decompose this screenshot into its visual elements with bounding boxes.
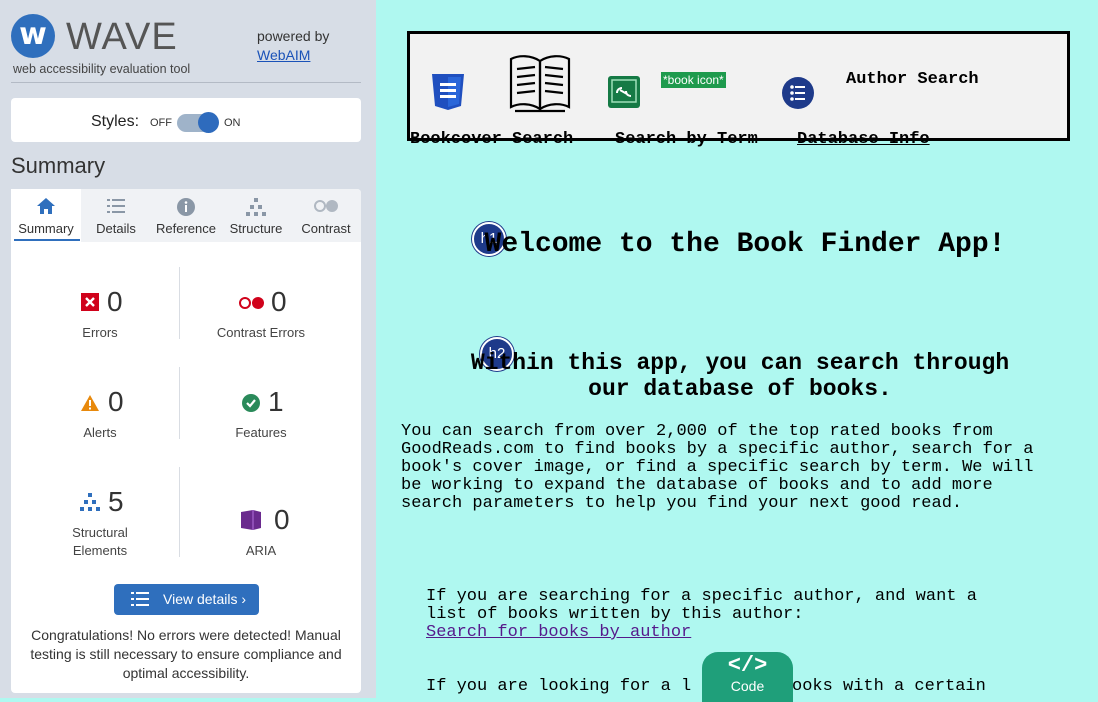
database-list-icon[interactable] [781,76,815,115]
structural-label-1: Structural [72,525,128,540]
alert-icon [80,394,100,417]
contrast-errors-count: 0 [271,286,287,317]
errors-count: 0 [107,286,123,317]
view-details-label: View details › [163,591,247,607]
aria-label: ARIA [245,543,277,558]
features-label: Features [235,425,287,440]
contrast-errors-label: Contrast Errors [216,325,306,340]
code-toggle-button[interactable]: </> Code [702,652,793,702]
error-icon [81,293,99,316]
looking-paragraph-end: ooks with a certain [792,677,986,696]
author-paragraph: If you are searching for a specific auth… [426,587,977,624]
stats-divider [179,367,180,439]
info-icon [151,197,221,219]
webaim-link[interactable]: WebAIM [257,47,310,63]
structural-count: 5 [108,486,124,517]
tab-structure-label: Structure [229,221,283,236]
stats-divider [179,267,180,339]
code-label: Code [730,678,765,694]
view-details-button[interactable]: View details › [114,584,259,615]
styles-off-label: OFF [150,117,172,129]
author-search-page-link[interactable]: Search for books by author [426,623,691,642]
looking-paragraph-start: If you are looking for a l [426,677,692,696]
css3-icon[interactable] [430,73,466,116]
styles-toggle-knob[interactable] [198,112,219,133]
summary-panel [11,189,361,693]
linked-image-icon[interactable] [608,76,640,113]
tab-summary[interactable]: Summary [11,189,81,242]
congrats-message: Congratulations! No errors were detected… [30,627,342,681]
tab-reference[interactable]: Reference [151,189,221,242]
book-icon-alt-text: *book icon* [661,72,726,88]
intro-heading: Within this app, you can search through … [470,350,1010,402]
stats-divider [179,467,180,557]
author-search-link[interactable]: Author Search [846,70,979,89]
tab-structure[interactable]: Structure [221,189,291,242]
styles-on-label: ON [224,117,241,129]
errors-label: Errors [82,325,118,340]
alerts-count: 0 [108,386,124,417]
structural-label-2: Elements [72,543,128,558]
tab-contrast-label: Contrast [301,221,351,236]
styles-label: Styles: [91,113,140,130]
tab-reference-label: Reference [156,221,216,236]
summary-heading: Summary [11,153,106,178]
contrast-error-icon [238,295,266,316]
tab-summary-label: Summary [18,221,74,236]
home-icon [11,197,81,219]
list-icon [81,197,151,219]
aria-count: 0 [274,504,290,535]
aria-icon [239,508,263,537]
tab-details[interactable]: Details [81,189,151,242]
alerts-label: Alerts [83,425,117,440]
wave-sidebar: w WAVE web accessibility evaluation tool… [0,0,376,698]
database-info-link[interactable]: Database Info [797,130,930,149]
wave-logo-text: WAVE [66,16,178,58]
contrast-icon [291,197,361,219]
powered-by-text: powered by [257,28,330,44]
page-title: Welcome to the Book Finder App! [484,229,1006,260]
feature-check-icon [242,394,260,417]
wave-logo-icon: w [11,14,55,58]
sidebar-divider [11,82,361,83]
structure-icon [221,197,291,219]
tab-details-label: Details [96,221,136,236]
features-count: 1 [268,386,284,417]
search-by-term-link[interactable]: Search by Term [615,130,758,149]
active-tab-indicator [14,239,80,241]
bookcover-search-link[interactable]: Bookcover Search [410,130,573,149]
list-icon [130,590,150,613]
open-book-icon[interactable] [507,49,573,120]
tab-contrast[interactable]: Contrast [291,189,361,242]
intro-paragraph: You can search from over 2,000 of the to… [401,422,1034,513]
structure-elements-icon [79,492,101,517]
code-icon: </> [727,653,768,678]
wave-subtitle: web accessibility evaluation tool [13,62,191,76]
